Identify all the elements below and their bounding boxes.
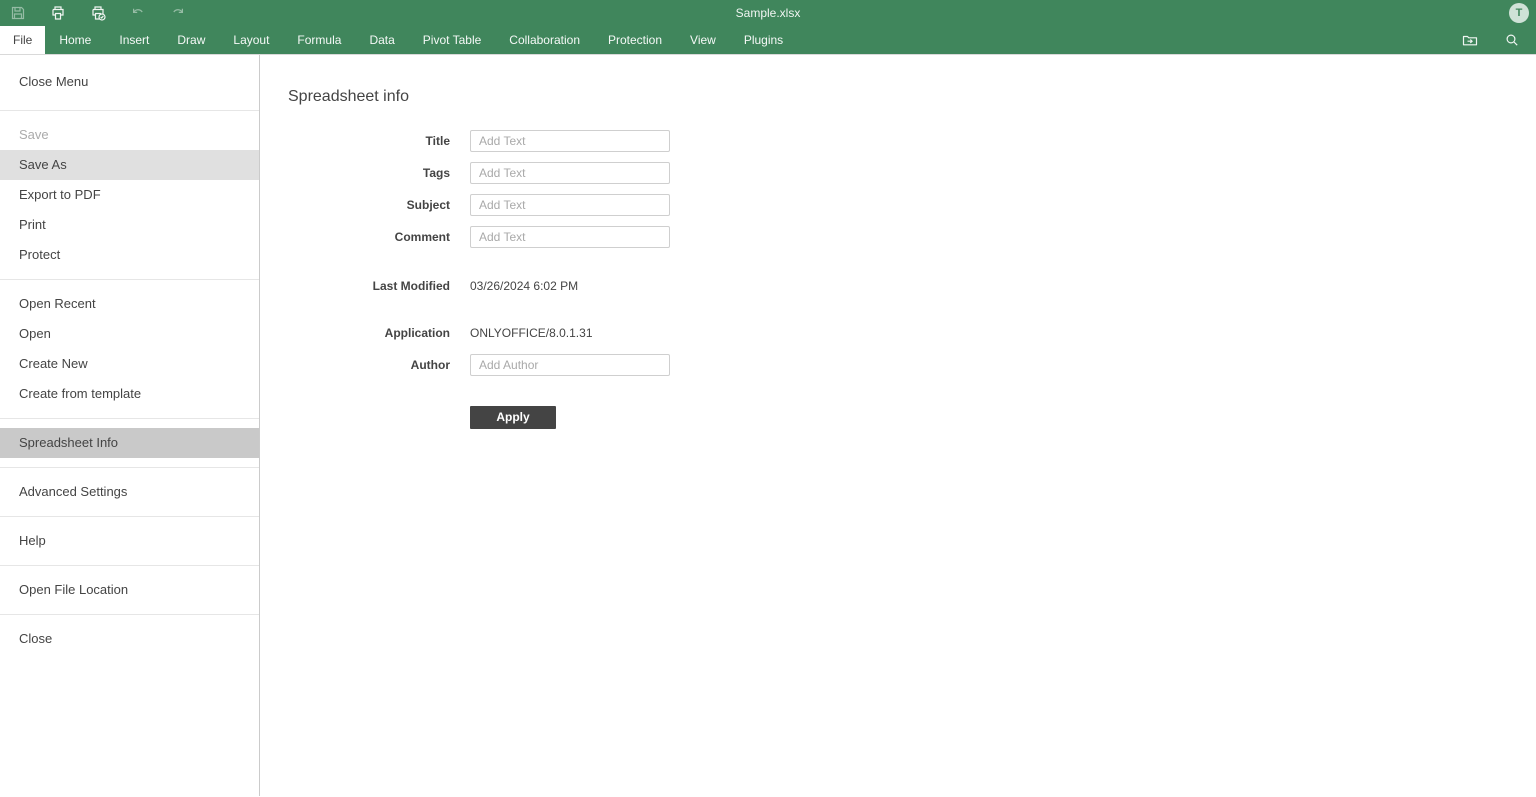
ribbon-tab-bar: File Home Insert Draw Layout Formula Dat…	[0, 26, 1536, 55]
menu-group: Open Recent Open Create New Create from …	[0, 280, 259, 419]
document-title: Sample.xlsx	[0, 6, 1536, 20]
form-row-apply: Apply	[288, 406, 1536, 428]
page-title: Spreadsheet info	[288, 88, 1536, 106]
menu-item-print[interactable]: Print	[0, 210, 259, 240]
last-modified-value: 03/26/2024 6:02 PM	[470, 279, 578, 293]
title-label: Title	[288, 134, 450, 148]
tab-draw[interactable]: Draw	[163, 26, 219, 54]
menu-group: Save Save As Export to PDF Print Protect	[0, 111, 259, 280]
author-input[interactable]	[470, 354, 670, 376]
application-value: ONLYOFFICE/8.0.1.31	[470, 326, 593, 340]
tags-input[interactable]	[470, 162, 670, 184]
menu-item-close[interactable]: Close	[0, 624, 259, 654]
open-file-location-icon[interactable]	[1460, 30, 1480, 50]
tab-pivot-table[interactable]: Pivot Table	[409, 26, 495, 54]
menu-item-save-as[interactable]: Save As	[0, 150, 259, 180]
tab-data[interactable]: Data	[355, 26, 408, 54]
menu-group: Open File Location	[0, 566, 259, 615]
quick-access-toolbar	[0, 3, 188, 23]
menu-item-save: Save	[0, 120, 259, 150]
print-icon[interactable]	[48, 3, 68, 23]
save-icon[interactable]	[8, 3, 28, 23]
spreadsheet-info-panel: Spreadsheet info Title Tags Subject Comm…	[260, 55, 1536, 796]
menu-item-open-recent[interactable]: Open Recent	[0, 289, 259, 319]
file-menu-panel: Close Menu Save Save As Export to PDF Pr…	[0, 55, 1536, 796]
tab-bar-right-icons	[1460, 26, 1536, 54]
file-menu-sidebar: Close Menu Save Save As Export to PDF Pr…	[0, 55, 260, 796]
comment-label: Comment	[288, 230, 450, 244]
title-input[interactable]	[470, 130, 670, 152]
menu-item-protect[interactable]: Protect	[0, 240, 259, 270]
tab-view[interactable]: View	[676, 26, 730, 54]
tab-collaboration[interactable]: Collaboration	[495, 26, 594, 54]
last-modified-label: Last Modified	[288, 279, 450, 293]
subject-input[interactable]	[470, 194, 670, 216]
author-label: Author	[288, 358, 450, 372]
search-icon[interactable]	[1502, 30, 1522, 50]
tab-file[interactable]: File	[0, 26, 45, 54]
tab-layout[interactable]: Layout	[219, 26, 283, 54]
title-bar: Sample.xlsx T	[0, 0, 1536, 26]
menu-item-spreadsheet-info[interactable]: Spreadsheet Info	[0, 428, 259, 458]
menu-item-create-from-template[interactable]: Create from template	[0, 379, 259, 409]
menu-item-open[interactable]: Open	[0, 319, 259, 349]
apply-button[interactable]: Apply	[470, 406, 556, 429]
menu-group: Help	[0, 517, 259, 566]
tab-insert[interactable]: Insert	[105, 26, 163, 54]
form-row-title: Title	[288, 130, 1536, 152]
form-row-application: Application ONLYOFFICE/8.0.1.31	[288, 322, 1536, 344]
form-row-subject: Subject	[288, 194, 1536, 216]
application-label: Application	[288, 326, 450, 340]
menu-item-create-new[interactable]: Create New	[0, 349, 259, 379]
tags-label: Tags	[288, 166, 450, 180]
tab-plugins[interactable]: Plugins	[730, 26, 797, 54]
form-row-last-modified: Last Modified 03/26/2024 6:02 PM	[288, 275, 1536, 297]
redo-icon[interactable]	[168, 3, 188, 23]
form-row-tags: Tags	[288, 162, 1536, 184]
user-avatar[interactable]: T	[1509, 3, 1529, 23]
menu-item-close-menu[interactable]: Close Menu	[0, 67, 259, 97]
tab-home[interactable]: Home	[45, 26, 105, 54]
undo-icon[interactable]	[128, 3, 148, 23]
tab-formula[interactable]: Formula	[283, 26, 355, 54]
subject-label: Subject	[288, 198, 450, 212]
menu-group: Advanced Settings	[0, 468, 259, 517]
menu-item-help[interactable]: Help	[0, 526, 259, 556]
menu-group: Close Menu	[0, 55, 259, 111]
menu-item-open-file-location[interactable]: Open File Location	[0, 575, 259, 605]
menu-group: Close	[0, 615, 259, 663]
comment-input[interactable]	[470, 226, 670, 248]
quick-print-icon[interactable]	[88, 3, 108, 23]
tab-protection[interactable]: Protection	[594, 26, 676, 54]
menu-item-export-to-pdf[interactable]: Export to PDF	[0, 180, 259, 210]
menu-group: Spreadsheet Info	[0, 419, 259, 468]
form-row-comment: Comment	[288, 226, 1536, 248]
form-row-author: Author	[288, 354, 1536, 376]
menu-item-advanced-settings[interactable]: Advanced Settings	[0, 477, 259, 507]
